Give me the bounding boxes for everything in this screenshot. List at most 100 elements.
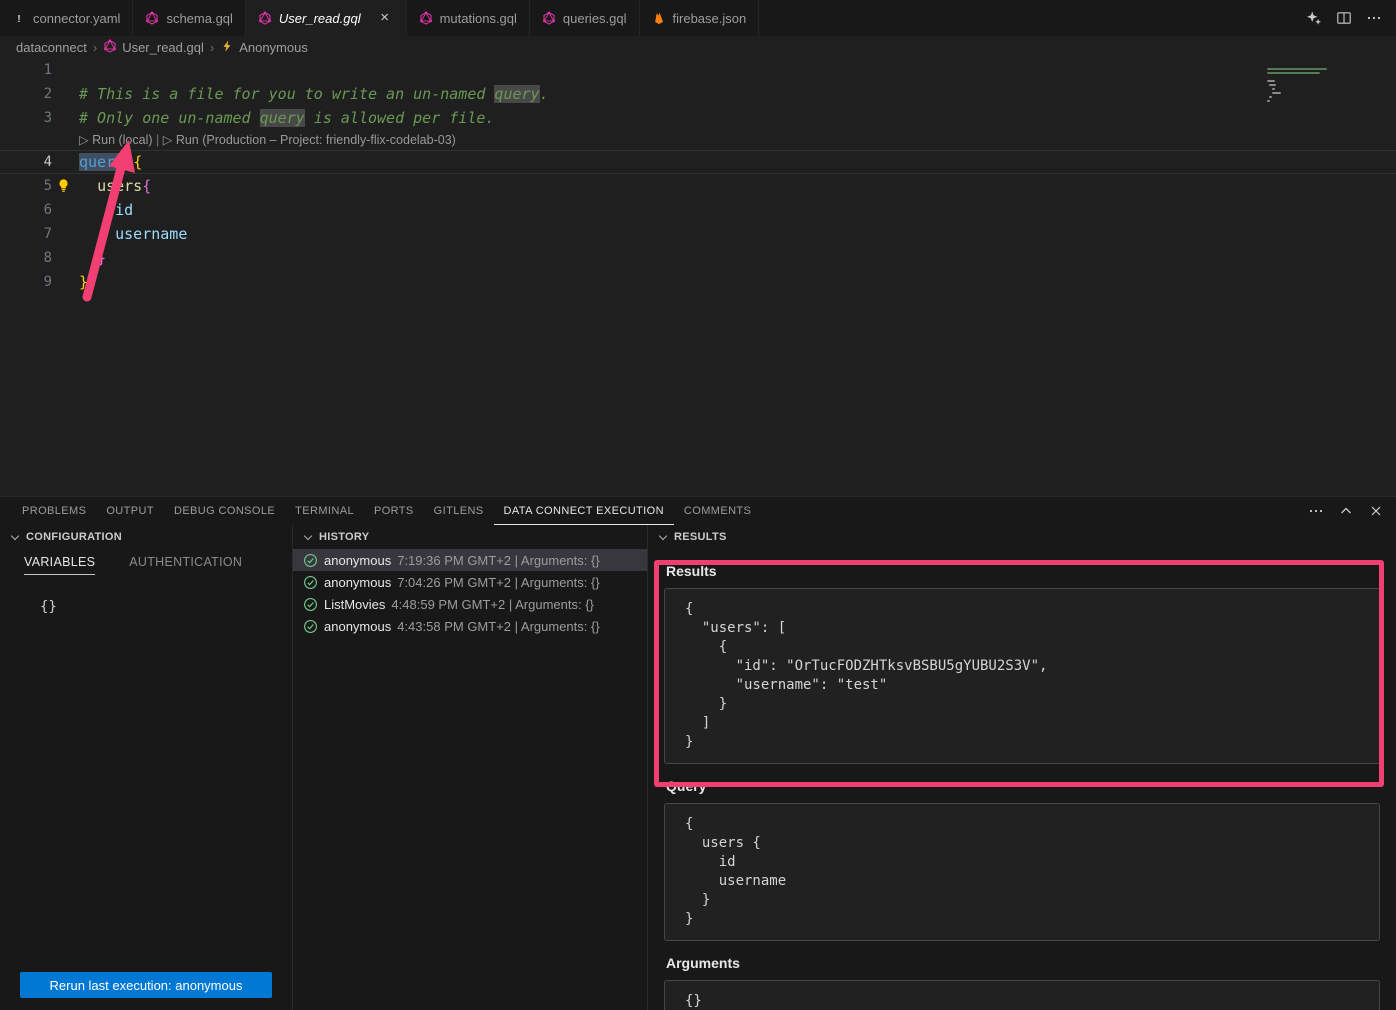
panel-close-icon[interactable]: [1368, 503, 1384, 519]
codelens-separator: |: [153, 133, 163, 147]
results-label: Results: [666, 563, 1380, 579]
tab-mutations-gql[interactable]: mutations.gql: [407, 0, 530, 36]
query-text: { users { id username } }: [664, 803, 1380, 941]
minimap[interactable]: [1267, 62, 1382, 192]
tab-queries-gql[interactable]: queries.gql: [530, 0, 640, 36]
graphql-icon: [145, 11, 159, 25]
configuration-tabs: VARIABLES AUTHENTICATION: [0, 549, 292, 575]
code-token: id: [115, 201, 133, 219]
code-line-6[interactable]: 6 id: [0, 198, 1396, 222]
gutter: [0, 130, 52, 150]
tab-label: connector.yaml: [33, 11, 120, 26]
code-token: [79, 225, 115, 243]
bottom-panel: PROBLEMSOUTPUTDEBUG CONSOLETERMINALPORTS…: [0, 496, 1396, 1010]
line-number: 8: [0, 246, 52, 270]
history-item[interactable]: anonymous7:04:26 PM GMT+2 | Arguments: {…: [293, 571, 647, 593]
rerun-button[interactable]: Rerun last execution: anonymous: [20, 972, 272, 998]
results-json: { "users": [ { "id": "OrTucFODZHTksvBSBU…: [664, 588, 1380, 764]
line-number: 3: [0, 106, 52, 130]
history-item[interactable]: anonymous 7:19:36 PM GMT+2 | Arguments: {…: [293, 549, 647, 571]
panel-tab-debug-console[interactable]: DEBUG CONSOLE: [164, 497, 285, 525]
minimap-line: [1267, 72, 1320, 74]
configuration-header[interactable]: CONFIGURATION: [0, 525, 292, 549]
arguments-text: {}: [664, 980, 1380, 1010]
history-list: anonymous 7:19:36 PM GMT+2 | Arguments: {…: [293, 549, 647, 637]
tab-schema-gql[interactable]: schema.gql: [133, 0, 245, 36]
code-editor[interactable]: 12# This is a file for you to write an u…: [0, 58, 1396, 496]
config-tab-variables[interactable]: VARIABLES: [24, 555, 95, 575]
tab-label: mutations.gql: [440, 11, 517, 26]
graphql-icon: [103, 39, 117, 56]
history-item-meta: 4:43:58 PM GMT+2 | Arguments: {}: [397, 619, 599, 634]
run-local-link[interactable]: ▷ Run (local): [79, 133, 153, 147]
line-number: 1: [0, 58, 52, 82]
code-token: }: [97, 249, 106, 267]
breadcrumb-item-dataconnect[interactable]: dataconnect: [16, 40, 87, 55]
query-label: Query: [666, 778, 1380, 794]
history-item-name: anonymous: [324, 619, 391, 634]
code-token: query: [494, 85, 539, 103]
code-token: # Only one un-named: [79, 109, 260, 127]
code-token: [79, 249, 97, 267]
tab-connector-yaml[interactable]: !connector.yaml: [0, 0, 133, 36]
history-item-meta: 7:04:26 PM GMT+2 | Arguments: {}: [397, 575, 599, 590]
code-token: [79, 177, 97, 195]
code-line-7[interactable]: 7 username: [0, 222, 1396, 246]
panel-actions: [1308, 497, 1384, 525]
copilot-sparkle-icon[interactable]: [1306, 10, 1322, 26]
minimap-line: [1267, 80, 1275, 82]
tab-label: User_read.gql: [279, 11, 361, 26]
graphql-icon: [258, 11, 272, 25]
tab-strip: !connector.yaml schema.gql User_read.gql × m…: [0, 0, 759, 36]
code-line-8[interactable]: 8 }: [0, 246, 1396, 270]
more-actions-icon[interactable]: [1366, 10, 1382, 26]
history-title: HISTORY: [319, 531, 369, 543]
breadcrumb-item-User_read.gql[interactable]: User_read.gql: [103, 39, 204, 56]
minimap-line: [1267, 100, 1270, 102]
codelens-row: ▷ Run (local) | ▷ Run (Production – Proj…: [0, 130, 1396, 150]
code-line-4[interactable]: 4query {: [0, 150, 1396, 174]
panel-tab-data-connect-execution[interactable]: DATA CONNECT EXECUTION: [494, 497, 674, 525]
code-line-2[interactable]: 2# This is a file for you to write an un…: [0, 82, 1396, 106]
panel-tab-ports[interactable]: PORTS: [364, 497, 424, 525]
check-circle-icon: [303, 597, 318, 612]
code-token: }: [79, 273, 88, 291]
panel-maximize-icon[interactable]: [1338, 503, 1354, 519]
panel-tab-strip: PROBLEMSOUTPUTDEBUG CONSOLETERMINALPORTS…: [12, 497, 761, 525]
history-header[interactable]: HISTORY: [293, 525, 647, 549]
breadcrumb: dataconnect›User_read.gql›Anonymous: [0, 36, 1396, 58]
check-circle-icon: [303, 575, 318, 590]
panel-more-icon[interactable]: [1308, 503, 1324, 519]
tab-close-icon[interactable]: ×: [376, 10, 394, 26]
minimap-line: [1267, 68, 1327, 70]
tab-User_read-gql[interactable]: User_read.gql ×: [246, 0, 407, 36]
history-item-name: anonymous: [324, 553, 391, 568]
history-item[interactable]: ListMovies4:48:59 PM GMT+2 | Arguments: …: [293, 593, 647, 615]
panel-tab-comments[interactable]: COMMENTS: [674, 497, 761, 525]
graphql-icon: [542, 11, 556, 25]
editor-lines: 12# This is a file for you to write an u…: [0, 58, 1396, 294]
history-item-meta: 7:19:36 PM GMT+2 | Arguments: {}: [397, 553, 599, 568]
chevron-down-icon: [11, 531, 19, 539]
run-production-link[interactable]: ▷ Run (Production – Project: friendly-fl…: [163, 133, 456, 147]
code-token: is allowed per file.: [305, 109, 495, 127]
lightbulb-icon[interactable]: [56, 178, 71, 193]
split-editor-icon[interactable]: [1336, 10, 1352, 26]
code-line-5[interactable]: 5 users{: [0, 174, 1396, 198]
panel-tab-terminal[interactable]: TERMINAL: [285, 497, 364, 525]
history-item[interactable]: anonymous 4:43:58 PM GMT+2 | Arguments: {…: [293, 615, 647, 637]
editor-tab-bar: !connector.yaml schema.gql User_read.gql × m…: [0, 0, 1396, 36]
code-line-9[interactable]: 9}: [0, 270, 1396, 294]
breadcrumb-item-Anonymous[interactable]: Anonymous: [220, 39, 308, 56]
configuration-title: CONFIGURATION: [26, 531, 122, 543]
code-line-1[interactable]: 1: [0, 58, 1396, 82]
panel-tab-output[interactable]: OUTPUT: [96, 497, 164, 525]
config-tab-authentication[interactable]: AUTHENTICATION: [129, 555, 242, 575]
panel-tab-gitlens[interactable]: GITLENS: [424, 497, 494, 525]
line-number: 9: [0, 270, 52, 294]
code-line-3[interactable]: 3# Only one un-named query is allowed pe…: [0, 106, 1396, 130]
results-header[interactable]: RESULTS: [648, 525, 1396, 549]
tab-label: schema.gql: [166, 11, 232, 26]
tab-firebase-json[interactable]: firebase.json: [640, 0, 760, 36]
panel-tab-problems[interactable]: PROBLEMS: [12, 497, 96, 525]
